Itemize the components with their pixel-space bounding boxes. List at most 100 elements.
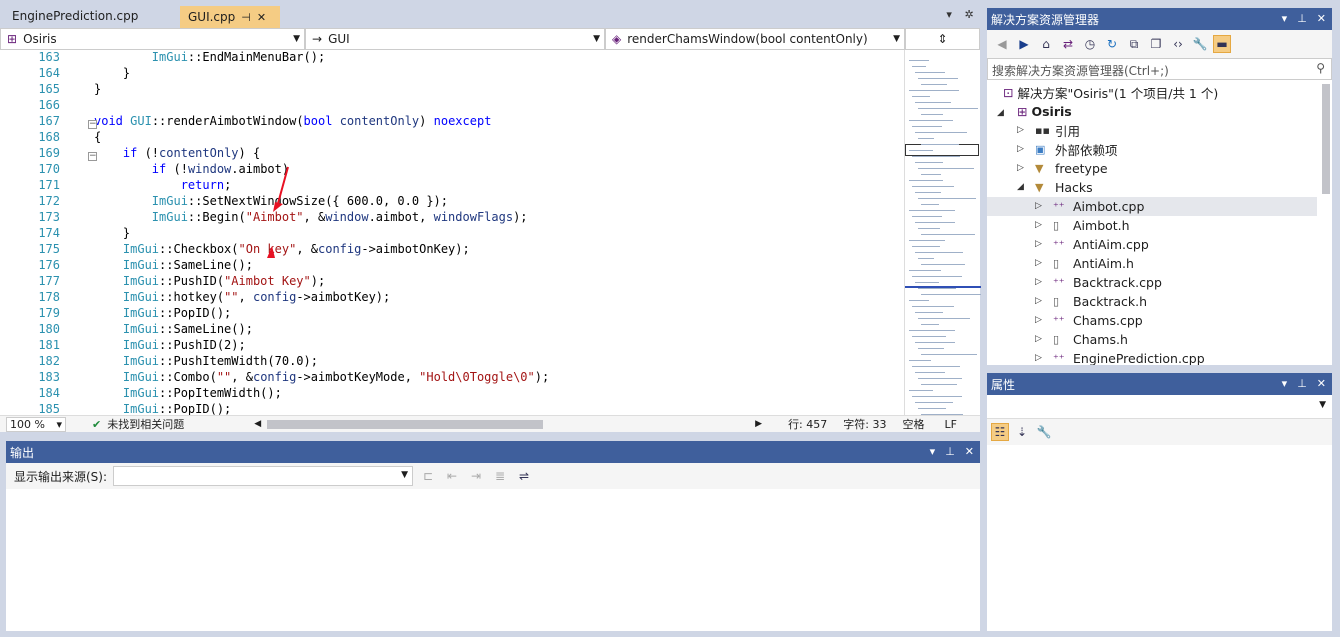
forward-icon[interactable]: ▶ [1015, 35, 1033, 53]
wrench-icon[interactable]: 🔧 [1191, 35, 1209, 53]
line-ending-indicator[interactable]: LF [944, 418, 956, 431]
code-minimap[interactable] [904, 50, 981, 415]
expand-arrow-icon[interactable]: ▷ [1035, 201, 1042, 211]
code-line[interactable]: } [94, 226, 130, 240]
tree-item[interactable]: ▷ ⁺⁺ AntiAim.cpp [987, 235, 1317, 254]
horizontal-scrollbar-thumb[interactable] [267, 419, 544, 429]
code-line[interactable]: ImGui::PopID(); [94, 306, 231, 320]
issues-status[interactable]: 未找到相关问题 [107, 416, 184, 432]
tree-item[interactable]: ◢ ▼ Hacks [987, 178, 1317, 197]
tree-item[interactable]: ▷ ▣ 外部依赖项 [987, 140, 1317, 159]
gear-icon[interactable]: ✲ [964, 8, 973, 21]
code-line[interactable]: if (!contentOnly) { [94, 146, 260, 160]
close-icon[interactable]: ✕ [257, 11, 266, 24]
pin-icon[interactable]: ⊥ [1297, 377, 1307, 390]
code-line[interactable]: return; [94, 178, 232, 192]
expand-arrow-icon[interactable]: ▷ [1017, 163, 1024, 173]
tree-item[interactable]: ▷ ▼ freetype [987, 159, 1317, 178]
code-line[interactable]: ImGui::SameLine(); [94, 258, 253, 272]
pin-icon[interactable]: ⊥ [945, 445, 955, 458]
code-line[interactable]: ImGui::Begin("Aimbot", &window.aimbot, w… [94, 210, 528, 224]
expand-arrow-icon[interactable]: ▷ [1035, 353, 1042, 363]
properties-object-dropdown[interactable]: ▼ [987, 395, 1332, 419]
tree-item[interactable]: ▷ ⁺⁺ Chams.cpp [987, 311, 1317, 330]
code-line[interactable]: ImGui::PopItemWidth(); [94, 386, 282, 400]
tree-project[interactable]: ⊞ Osiris [1017, 102, 1072, 121]
code-line[interactable]: ImGui::EndMainMenuBar(); [94, 50, 325, 64]
code-line[interactable]: ImGui::SameLine(); [94, 322, 253, 336]
property-pages-icon[interactable]: 🔧 [1035, 423, 1053, 441]
member-dropdown[interactable]: ◈ renderChamsWindow(bool contentOnly) ▼ [605, 28, 905, 50]
expand-arrow-icon[interactable]: ▷ [1035, 277, 1042, 287]
code-line[interactable]: } [94, 66, 130, 80]
chevron-down-icon[interactable]: ▾ [1282, 12, 1288, 25]
alphabetical-icon[interactable]: ⇣ [1013, 423, 1031, 441]
expand-arrow-icon[interactable]: ▷ [1017, 125, 1024, 135]
pin-icon[interactable]: ⊣ [241, 11, 251, 24]
expand-arrow-icon[interactable]: ▷ [1035, 334, 1042, 344]
expand-arrow-icon[interactable]: ▷ [1035, 220, 1042, 230]
code-line[interactable]: { [94, 130, 101, 144]
collapse-arrow-icon[interactable]: ◢ [1017, 182, 1024, 192]
solution-tree[interactable]: ⊡ 解决方案"Osiris"(1 个项目/共 1 个) ◢ ⊞ Osiris ▷… [987, 80, 1332, 365]
code-line[interactable]: ImGui::PushItemWidth(70.0); [94, 354, 318, 368]
split-button[interactable]: ⇕ [905, 28, 980, 50]
tree-item[interactable]: ▷ ▯ Chams.h [987, 330, 1317, 349]
collapse-toggle-icon[interactable]: − [88, 120, 97, 129]
tree-item[interactable]: ▷ ⁺⁺ Aimbot.cpp [987, 197, 1317, 216]
scope-dropdown[interactable]: → GUI ▼ [305, 28, 605, 50]
close-icon[interactable]: ✕ [1317, 377, 1326, 390]
tree-item[interactable]: ▷ ▯ AntiAim.h [987, 254, 1317, 273]
close-icon[interactable]: ✕ [1317, 12, 1326, 25]
tree-item[interactable]: ▷ ▯ Aimbot.h [987, 216, 1317, 235]
code-line[interactable]: ImGui::hotkey("", config->aimbotKey); [94, 290, 390, 304]
code-line[interactable]: ImGui::PushID(2); [94, 338, 246, 352]
output-content[interactable] [6, 489, 980, 631]
code-line[interactable]: } [94, 82, 101, 96]
chevron-down-icon[interactable]: ▾ [1282, 377, 1288, 390]
expand-arrow-icon[interactable]: ▷ [1035, 296, 1042, 306]
line-indicator[interactable]: 行: 457 [788, 416, 827, 432]
tree-solution-root[interactable]: ⊡ 解决方案"Osiris"(1 个项目/共 1 个) [1003, 83, 1218, 102]
chevron-down-icon[interactable]: ▾ [930, 445, 936, 458]
show-all-files-icon[interactable]: ❐ [1147, 35, 1165, 53]
code-area[interactable]: ImGui::EndMainMenuBar(); }}void GUI::ren… [94, 50, 904, 415]
find-message-icon[interactable]: ⊏ [419, 467, 437, 485]
close-icon[interactable]: ✕ [965, 445, 974, 458]
home-icon[interactable]: ⌂ [1037, 35, 1055, 53]
code-line[interactable]: ImGui::Combo("", &config->aimbotKeyMode,… [94, 370, 549, 384]
tab-gui-active[interactable]: GUI.cpp ⊣ ✕ [180, 6, 280, 28]
indent-indicator[interactable]: 空格 [902, 416, 924, 432]
expand-arrow-icon[interactable]: ▷ [1035, 239, 1042, 249]
collapse-arrow-icon[interactable]: ◢ [997, 108, 1004, 118]
code-view-icon[interactable]: ‹› [1169, 35, 1187, 53]
solution-search-input[interactable]: 搜索解决方案资源管理器(Ctrl+;) ⚲ [987, 58, 1332, 80]
prev-message-icon[interactable]: ⇤ [443, 467, 461, 485]
word-wrap-icon[interactable]: ⇌ [515, 467, 533, 485]
switch-views-icon[interactable]: ⇄ [1059, 35, 1077, 53]
preview-selected-icon[interactable]: ▬ [1213, 35, 1231, 53]
back-icon[interactable]: ◀ [993, 35, 1011, 53]
code-line[interactable]: void GUI::renderAimbotWindow(bool conten… [94, 114, 491, 128]
collapse-toggle-icon[interactable]: − [88, 152, 97, 161]
tab-engineprediction[interactable]: EnginePrediction.cpp [4, 6, 180, 28]
code-line[interactable]: ImGui::PopID(); [94, 402, 231, 415]
output-source-dropdown[interactable]: ▼ [113, 466, 414, 486]
code-editor[interactable]: 163 164 165 166 167 168 169 170 171 172 173 174 175 1… [0, 50, 981, 416]
properties-grid[interactable] [987, 445, 1332, 631]
zoom-dropdown[interactable]: 100 % ▾ [6, 416, 66, 432]
sync-icon[interactable]: ↻ [1103, 35, 1121, 53]
project-dropdown[interactable]: ⊞ Osiris ▼ [0, 28, 305, 50]
scroll-left-icon[interactable]: ◀ [254, 419, 261, 429]
clear-all-icon[interactable]: ≣ [491, 467, 509, 485]
tree-item[interactable]: ▷ ⁺⁺ Backtrack.cpp [987, 273, 1317, 292]
tree-item[interactable]: ▷ ▯ Backtrack.h [987, 292, 1317, 311]
search-icon[interactable]: ⚲ [1316, 61, 1325, 75]
tree-item[interactable]: ▷ ⁺⁺ EnginePrediction.cpp [987, 349, 1317, 365]
pin-icon[interactable]: ⊥ [1297, 12, 1307, 25]
scroll-right-icon[interactable]: ▶ [755, 419, 762, 429]
expand-arrow-icon[interactable]: ▷ [1035, 258, 1042, 268]
next-message-icon[interactable]: ⇥ [467, 467, 485, 485]
expand-arrow-icon[interactable]: ▷ [1035, 315, 1042, 325]
categorized-icon[interactable]: ☷ [991, 423, 1009, 441]
